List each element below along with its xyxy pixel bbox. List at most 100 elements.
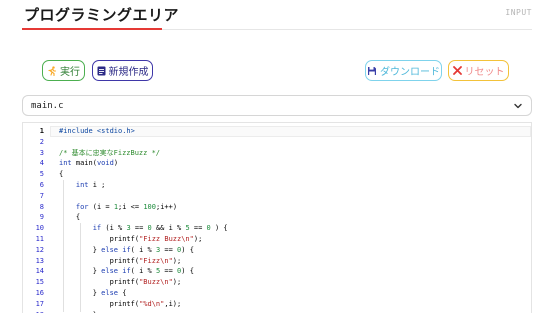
line-number: 15 xyxy=(35,278,44,287)
document-icon xyxy=(97,66,106,76)
code-token: (i % xyxy=(101,224,127,233)
code-text: int i ; xyxy=(59,180,106,191)
code-line[interactable]: 8 for (i = 1;i <= 100;i++) xyxy=(23,202,531,213)
code-text: printf("Fizz Buzz\n"); xyxy=(59,234,203,245)
code-line[interactable]: 9 { xyxy=(23,212,531,223)
code-token: == xyxy=(160,245,178,254)
code-token: ) { xyxy=(181,245,194,254)
new-file-button[interactable]: 新規作成 xyxy=(92,60,153,81)
run-label: 実行 xyxy=(60,67,80,78)
code-line[interactable]: 14 } else if( i % 5 == 0) { xyxy=(23,266,531,277)
code-token: ) xyxy=(113,159,119,168)
code-line[interactable]: 16 } else { xyxy=(23,288,531,299)
code-text: } else if( i % 5 == 0) { xyxy=(59,266,194,277)
code-text: } else { xyxy=(59,288,127,299)
line-number: 10 xyxy=(35,224,44,233)
code-token: else xyxy=(101,289,119,297)
run-button[interactable]: 実行 xyxy=(42,60,85,81)
code-token: printf( xyxy=(59,299,140,308)
line-number: 18 xyxy=(23,310,44,313)
code-token: ); xyxy=(172,256,182,265)
line-number: 6 xyxy=(39,181,44,189)
code-token: printf( xyxy=(59,278,140,287)
code-line[interactable]: 13 printf("Fizz\n"); xyxy=(23,256,531,267)
code-token: void xyxy=(96,159,114,168)
code-token: else xyxy=(101,267,119,276)
reset-button[interactable]: リセット xyxy=(448,60,509,81)
chevron-down-icon xyxy=(512,100,524,112)
code-editor[interactable]: 1 #include <stdio.h> 2 3 /* 基本に忠実なFizzBuzz *… xyxy=(22,122,532,313)
download-label: ダウンロード xyxy=(380,67,440,78)
floppy-disk-icon xyxy=(367,66,377,76)
new-file-label: 新規作成 xyxy=(108,67,149,78)
code-token: 100 xyxy=(143,202,156,211)
code-token: == xyxy=(189,224,207,233)
line-number: 8 xyxy=(39,202,44,211)
code-line[interactable]: 3 /* 基本に忠実なFizzBuzz */ xyxy=(23,148,531,159)
code-text: #include <stdio.h> xyxy=(59,126,135,137)
code-text: { xyxy=(59,169,63,180)
code-line[interactable]: 6 int i ; xyxy=(23,180,531,191)
code-text: } xyxy=(59,310,97,313)
code-text: for (i = 1;i <= 100;i++) xyxy=(59,202,177,213)
code-line[interactable]: 5{ xyxy=(23,169,531,180)
code-line[interactable]: 18 } xyxy=(23,310,531,313)
title-underline xyxy=(22,28,162,30)
code-token: printf( xyxy=(59,235,140,243)
line-number: 4 xyxy=(39,159,44,168)
reset-label: リセット xyxy=(464,67,505,78)
code-token: printf( xyxy=(59,256,140,265)
code-line[interactable]: 10 if (i % 3 == 0 && i % 5 == 0 ) { xyxy=(23,223,531,234)
runner-icon xyxy=(47,65,57,76)
code-text: if (i % 3 == 0 && i % 5 == 0 ) { xyxy=(59,223,228,234)
code-token: (i = xyxy=(88,202,114,211)
line-number: 9 xyxy=(39,213,44,222)
line-number: 13 xyxy=(35,256,44,265)
code-token: ) { xyxy=(181,267,194,276)
code-text: int main(void) xyxy=(59,158,118,169)
code-text: /* 基本に忠実なFizzBuzz */ xyxy=(59,148,160,159)
code-token: ;i++) xyxy=(155,202,178,211)
line-number: 14 xyxy=(35,267,44,276)
line-number: 11 xyxy=(35,235,44,243)
code-token: ;i <= xyxy=(118,202,144,211)
line-number: 17 xyxy=(35,299,44,308)
code-line[interactable]: 11 printf("Fizz Buzz\n"); xyxy=(23,234,531,245)
code-token: main( xyxy=(71,159,97,168)
code-line[interactable]: 15 printf("Buzz\n"); xyxy=(23,277,531,288)
line-number: 5 xyxy=(39,170,44,179)
header: プログラミングエリア INPUT xyxy=(22,0,532,32)
code-line[interactable]: 2 xyxy=(23,137,531,148)
code-line[interactable]: 1 #include <stdio.h> xyxy=(23,126,531,137)
code-token: if xyxy=(92,224,102,233)
code-token: } xyxy=(59,245,102,254)
code-token: i ; xyxy=(88,181,106,189)
code-line[interactable]: 4 int main(void) xyxy=(23,158,531,169)
code-text: printf("%d\n",i); xyxy=(59,299,182,310)
code-line[interactable]: 17 printf("%d\n",i); xyxy=(23,299,531,310)
code-token: { xyxy=(59,213,81,222)
file-select[interactable]: main.c xyxy=(22,95,532,116)
code-token: { xyxy=(59,170,64,179)
input-tag: INPUT xyxy=(505,8,532,17)
code-token: ( i % xyxy=(130,245,156,254)
code-token: #include <stdio.h> xyxy=(59,127,135,135)
code-token: ,i); xyxy=(164,299,182,308)
code-token: ( i % xyxy=(130,267,156,276)
code-line[interactable]: 12 } else if( i % 3 == 0) { xyxy=(23,245,531,256)
code-token: int xyxy=(59,159,72,168)
download-button[interactable]: ダウンロード xyxy=(365,60,442,81)
code-text: { xyxy=(59,212,80,223)
code-token: { xyxy=(118,289,127,297)
code-token: else xyxy=(101,245,119,254)
code-token: if xyxy=(122,267,131,276)
code-token: ); xyxy=(172,278,182,287)
code-token: int xyxy=(75,181,89,189)
x-icon xyxy=(452,66,462,75)
code-token: ) { xyxy=(210,224,228,233)
code-line[interactable]: 7 xyxy=(23,191,531,202)
code-text: printf("Fizz\n"); xyxy=(59,256,182,267)
